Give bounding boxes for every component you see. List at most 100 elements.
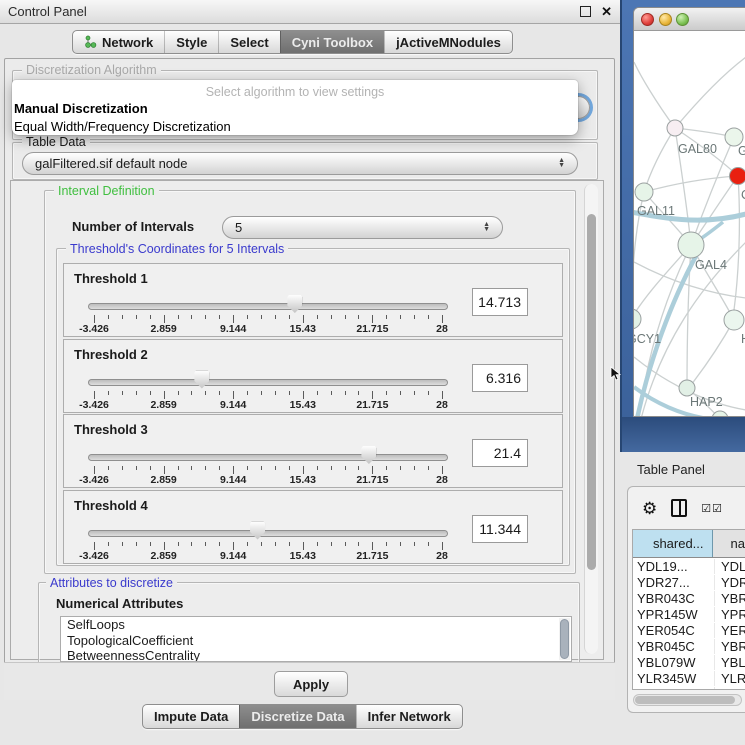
tick-mark [414, 391, 415, 395]
threshold-slider[interactable]: -3.4262.8599.14415.4321.71528 [88, 370, 448, 410]
cell-shared-name: YIL052C [633, 687, 715, 691]
apply-button[interactable]: Apply [274, 671, 348, 697]
algorithm-option-manual-discretization[interactable]: Manual Discretization [12, 100, 578, 118]
tick-mark [358, 542, 359, 546]
network-edge[interactable] [691, 320, 734, 385]
slider-track[interactable] [88, 303, 448, 310]
slider-track[interactable] [88, 530, 448, 537]
table-row[interactable]: YBR045CYBR0 [633, 638, 745, 654]
slider-thumb-icon[interactable] [194, 371, 209, 389]
table-row[interactable]: YER054CYER0 [633, 622, 745, 638]
algorithm-dropdown-popup: Select algorithm to view settings Manual… [12, 80, 578, 135]
network-node-c[interactable] [730, 168, 745, 185]
tick-mark [94, 315, 95, 323]
tab-cyni-toolbox[interactable]: Cyni Toolbox [280, 31, 384, 53]
network-edge[interactable] [734, 176, 739, 310]
number-of-intervals-label: Number of Intervals [72, 219, 194, 234]
slider-track[interactable] [88, 379, 448, 386]
tick-mark [108, 391, 109, 395]
gear-icon[interactable]: ⚙ [642, 500, 657, 517]
tick-mark [372, 542, 373, 550]
network-edge[interactable] [634, 62, 675, 128]
network-node-h[interactable] [724, 310, 744, 330]
mouse-cursor [610, 366, 622, 382]
list-scrollbar[interactable] [559, 618, 570, 660]
table-data-combo[interactable]: galFiltered.sif default node ▲▼ [22, 152, 578, 175]
tab-discretize-data[interactable]: Discretize Data [239, 705, 355, 728]
tick-mark [261, 542, 262, 546]
attribute-item-topologicalcoefficient[interactable]: TopologicalCoefficient [61, 633, 571, 649]
table-row[interactable]: YLR345WYLR3 [633, 670, 745, 686]
column-header-na[interactable]: na [713, 530, 745, 557]
threshold-value-field[interactable]: 6.316 [472, 364, 528, 392]
threshold-value-field[interactable]: 21.4 [472, 439, 528, 467]
table-data-label: Table Data [22, 135, 90, 149]
threshold-slider[interactable]: -3.4262.8599.14415.4321.71528 [88, 294, 448, 334]
list-scrollbar-thumb[interactable] [560, 619, 569, 659]
network-node-hap2[interactable] [679, 380, 695, 396]
tick-mark [358, 315, 359, 319]
number-of-intervals-combo[interactable]: 5 ▲▼ [222, 216, 503, 239]
tick-mark [345, 315, 346, 319]
table-row[interactable]: YBL079WYBL0 [633, 654, 745, 670]
scrollbar-thumb[interactable] [587, 214, 596, 570]
attribute-item-selfloops[interactable]: SelfLoops [61, 617, 571, 633]
tab-jactivemnodules[interactable]: jActiveMNodules [384, 31, 512, 53]
network-node-gal11[interactable] [635, 183, 653, 201]
scale-label: -3.426 [79, 399, 109, 411]
network-node-item[interactable] [712, 411, 728, 417]
float-window-icon[interactable] [580, 6, 591, 17]
scale-label: 15.43 [290, 474, 316, 486]
attribute-item-betweennesscentrality[interactable]: BetweennessCentrality [61, 648, 571, 662]
tick-mark [219, 466, 220, 470]
table-row[interactable]: YDL19...YDL1 [633, 558, 745, 574]
slider-thumb-icon[interactable] [361, 446, 376, 464]
tab-label: Infer Network [368, 709, 451, 724]
network-node-gcy1[interactable] [634, 309, 641, 329]
slider-thumb-icon[interactable] [287, 295, 302, 313]
threshold-panel-2: Threshold 2-3.4262.8599.14415.4321.71528… [63, 339, 563, 413]
network-icon [84, 35, 97, 49]
tab-network[interactable]: Network [73, 31, 164, 53]
column-header-shared[interactable]: shared... [633, 530, 713, 557]
threshold-value-field[interactable]: 14.713 [472, 288, 528, 316]
checkbox-icons[interactable]: ☑☑ [701, 502, 723, 515]
algorithm-option-equal-width-frequency-discretization[interactable]: Equal Width/Frequency Discretization [12, 118, 578, 135]
table-horizontal-scrollbar[interactable] [633, 694, 742, 706]
network-edge[interactable] [675, 57, 745, 128]
network-canvas[interactable]: GAL80GCGAL11GAL4GCY1HHAP2 [634, 31, 745, 417]
network-node-gal4[interactable] [678, 232, 704, 258]
tab-label: Style [176, 35, 207, 50]
tick-mark [233, 466, 234, 474]
numerical-attributes-list[interactable]: SelfLoopsTopologicalCoefficientBetweenne… [60, 616, 572, 662]
settings-vertical-scrollbar[interactable] [584, 184, 598, 654]
table-row[interactable]: YBR043CYBR0 [633, 590, 745, 606]
tab-style[interactable]: Style [164, 31, 218, 53]
table-row[interactable]: YIL052CYIL0 [633, 686, 745, 690]
cell-name: YLR3 [715, 671, 745, 686]
tick-mark [317, 542, 318, 546]
table-row[interactable]: YPR145WYPR1 [633, 606, 745, 622]
tick-mark [414, 315, 415, 319]
network-node-gal80[interactable] [667, 120, 683, 136]
table-row[interactable]: YDR27...YDR2 [633, 574, 745, 590]
threshold-label: Threshold 3 [74, 422, 148, 437]
tab-impute-data[interactable]: Impute Data [143, 705, 239, 728]
tab-infer-network[interactable]: Infer Network [356, 705, 462, 728]
scrollbar-thumb[interactable] [635, 696, 735, 704]
slider-track[interactable] [88, 454, 448, 461]
threshold-value-field[interactable]: 11.344 [472, 515, 528, 543]
zoom-light-icon[interactable] [676, 13, 689, 26]
minimize-light-icon[interactable] [659, 13, 672, 26]
tab-select[interactable]: Select [218, 31, 279, 53]
slider-thumb-icon[interactable] [250, 522, 265, 540]
threshold-slider[interactable]: -3.4262.8599.14415.4321.71528 [88, 445, 448, 485]
split-column-icon[interactable] [671, 499, 687, 517]
tick-mark [400, 315, 401, 319]
close-icon[interactable]: ✕ [601, 5, 612, 18]
network-edge[interactable] [644, 176, 738, 192]
table-panel-toolbar: ⚙ ☑☑ [628, 487, 745, 529]
close-light-icon[interactable] [641, 13, 654, 26]
threshold-slider[interactable]: -3.4262.8599.14415.4321.71528 [88, 521, 448, 561]
network-edge[interactable] [644, 128, 675, 192]
